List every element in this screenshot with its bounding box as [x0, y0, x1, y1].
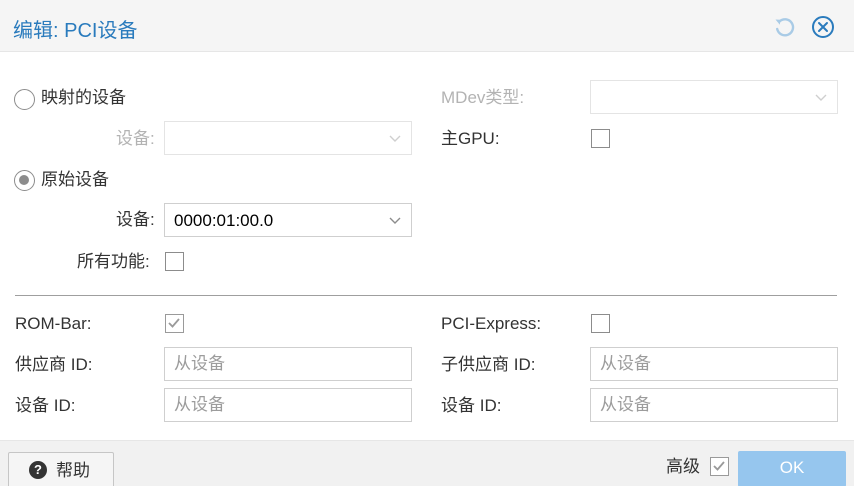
chevron-down-icon [389, 135, 401, 142]
help-button[interactable]: ? 帮助 [8, 452, 114, 486]
question-circle-icon: ? [29, 461, 47, 479]
mapped-device-radio[interactable] [14, 89, 35, 110]
mapped-device-select[interactable] [164, 121, 412, 155]
primary-gpu-label: 主GPU: [441, 129, 500, 148]
subsystem-device-id-label: 设备 ID: [441, 396, 502, 415]
raw-device-select[interactable]: 0000:01:00.0 [164, 203, 412, 237]
all-functions-checkbox[interactable] [165, 252, 184, 271]
chevron-down-icon [815, 94, 827, 101]
raw-device-value: 0000:01:00.0 [174, 211, 274, 230]
all-functions-label: 所有功能: [77, 252, 150, 271]
mapped-device-field-label: 设备: [116, 129, 155, 148]
rom-bar-checkbox[interactable] [165, 314, 184, 333]
mdev-type-select[interactable] [590, 80, 838, 114]
device-id-label: 设备 ID: [15, 396, 76, 415]
radio-selected-dot [19, 175, 29, 185]
reset-icon[interactable] [772, 15, 796, 39]
dialog-title: 编辑: PCI设备 [13, 20, 138, 42]
primary-gpu-checkbox[interactable] [591, 129, 610, 148]
vendor-id-input[interactable] [164, 347, 412, 381]
checkmark-icon [713, 461, 725, 471]
advanced-checkbox[interactable] [710, 457, 729, 476]
advanced-label: 高级 [666, 457, 700, 476]
raw-device-field-label: 设备: [116, 210, 155, 229]
mdev-type-label: MDev类型: [441, 88, 525, 107]
raw-device-radio-label: 原始设备 [41, 170, 109, 189]
mapped-device-radio-label: 映射的设备 [41, 88, 126, 107]
section-divider [15, 295, 837, 296]
rom-bar-label: ROM-Bar: [15, 314, 92, 333]
raw-device-radio[interactable] [14, 170, 35, 191]
pci-express-label: PCI-Express: [441, 314, 542, 333]
device-id-input[interactable] [164, 388, 412, 422]
pci-express-checkbox[interactable] [591, 314, 610, 333]
help-button-label: 帮助 [56, 461, 90, 480]
dialog-titlebar: 编辑: PCI设备 [0, 0, 854, 52]
subsystem-vendor-id-input[interactable] [590, 347, 838, 381]
subsystem-vendor-id-label: 子供应商 ID: [441, 355, 536, 374]
ok-button[interactable]: OK [738, 451, 846, 486]
chevron-down-icon [389, 217, 401, 224]
subsystem-device-id-input[interactable] [590, 388, 838, 422]
close-icon[interactable] [811, 15, 835, 39]
vendor-id-label: 供应商 ID: [15, 355, 93, 374]
checkmark-icon [168, 318, 180, 328]
